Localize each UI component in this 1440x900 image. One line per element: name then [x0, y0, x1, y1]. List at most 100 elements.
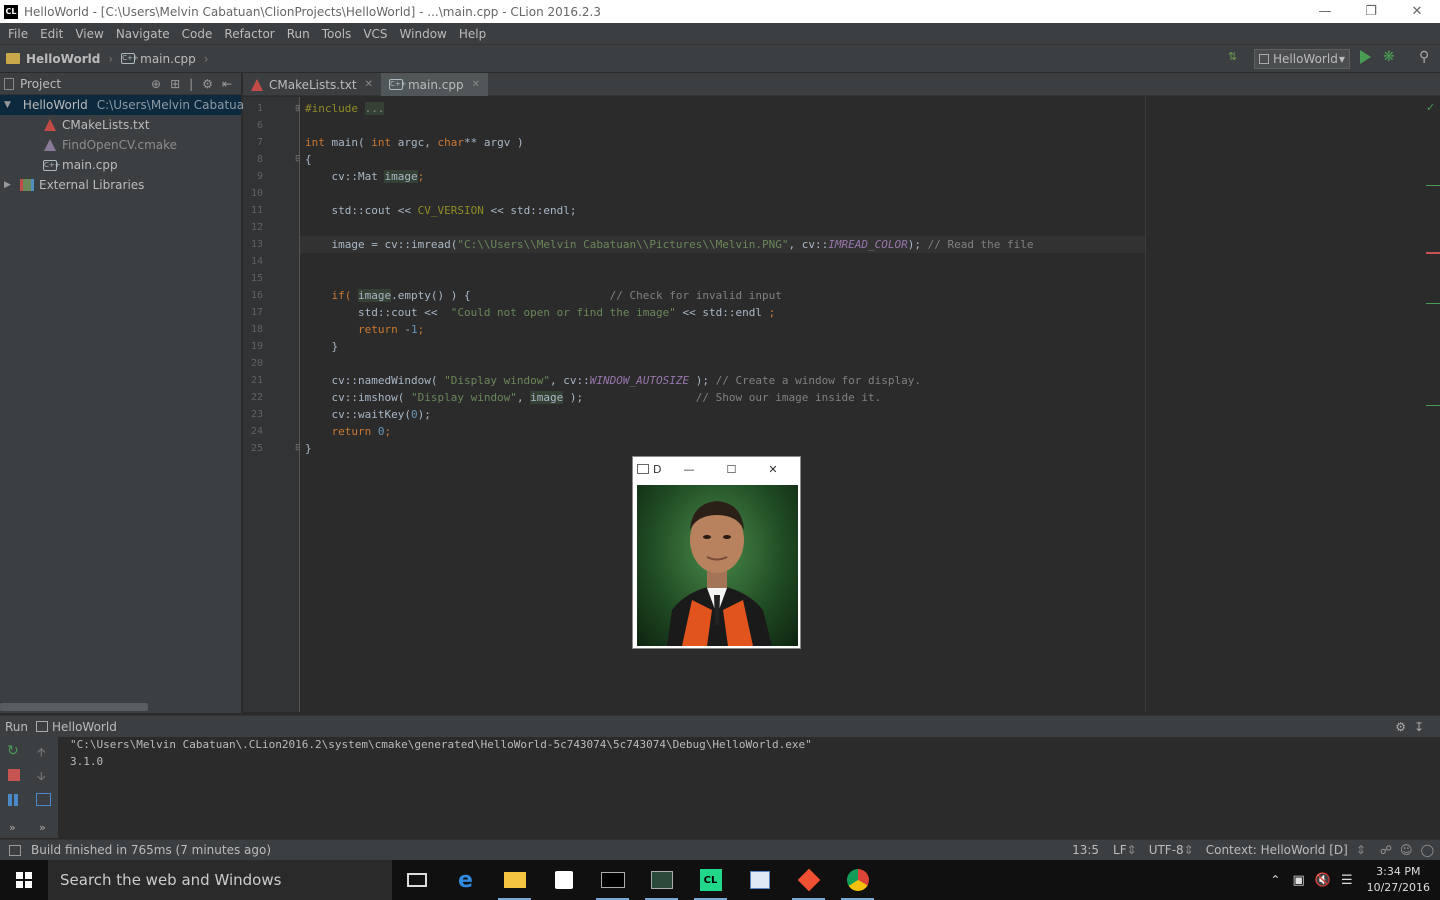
search-placeholder: Search the web and Windows [60, 871, 282, 889]
close-icon[interactable]: ✕ [365, 79, 373, 90]
taskbar-clion[interactable]: CL [686, 860, 735, 900]
code-token: << std::endl; [483, 204, 577, 217]
run-tab-label[interactable]: Run [5, 720, 28, 734]
editor-tabs: CMakeLists.txt ✕ C++ main.cpp ✕ [243, 73, 1440, 96]
run-icon[interactable] [1360, 50, 1371, 64]
volume-mute-icon[interactable]: 🔇 [1315, 873, 1331, 888]
tab-main-cpp[interactable]: C++ main.cpp ✕ [380, 73, 488, 96]
line-separator[interactable]: LF [1113, 843, 1127, 857]
taskbar-edge[interactable]: e [441, 860, 490, 900]
network-icon[interactable]: ▣ [1292, 873, 1304, 888]
error-stripe-mark[interactable] [1426, 185, 1440, 186]
tree-item-external-libraries[interactable]: ▶ External Libraries [0, 175, 241, 195]
menu-refactor[interactable]: Refactor [218, 27, 280, 41]
soft-wrap-icon[interactable] [36, 793, 51, 806]
minimize-button[interactable]: — [683, 463, 694, 476]
run-config-select[interactable]: HelloWorld ▼ [1254, 49, 1350, 69]
display-window[interactable]: D — ☐ ✕ [632, 456, 801, 649]
code-line: cv::Mat image; [305, 170, 424, 183]
menu-edit[interactable]: Edit [34, 27, 69, 41]
taskbar-cmd[interactable] [588, 860, 637, 900]
error-stripe-mark[interactable] [1426, 252, 1440, 254]
code-editor[interactable]: #include ... int main( int argc, char** … [300, 97, 1440, 712]
folded-region[interactable]: ... [364, 102, 385, 115]
event-log-icon[interactable]: ◯ [1421, 843, 1434, 857]
error-stripe-mark[interactable] [1426, 303, 1440, 304]
menu-navigate[interactable]: Navigate [110, 27, 176, 41]
code-token: // Check for invalid input [609, 289, 782, 302]
more-icon[interactable]: » [9, 821, 16, 834]
restore-button[interactable]: ❐ [1348, 0, 1394, 23]
tree-item-findopencv[interactable]: FindOpenCV.cmake [0, 135, 241, 155]
status-bar: Build finished in 765ms (7 minutes ago) … [0, 839, 1440, 860]
breadcrumb-project[interactable]: HelloWorld [0, 52, 106, 66]
inspector-icon[interactable]: ☺ [1400, 843, 1413, 857]
cmake-icon [44, 119, 56, 131]
taskbar-chrome[interactable] [833, 860, 882, 900]
code-token: WINDOW_AUTOSIZE [589, 374, 690, 387]
toggle-tool-windows-icon[interactable] [9, 844, 21, 856]
up-arrow-icon[interactable]: 🡩 [37, 743, 46, 764]
maximize-button[interactable]: ☐ [726, 463, 736, 476]
tree-root-helloworld[interactable]: ▼ HelloWorld C:\Users\Melvin Cabatua [0, 95, 244, 115]
breadcrumb-project-label: HelloWorld [26, 51, 101, 66]
code-token: std::cout << [305, 306, 451, 319]
taskbar-file-explorer[interactable] [490, 860, 539, 900]
start-button[interactable] [0, 860, 48, 900]
line-number: 10 [250, 188, 263, 199]
pause-icon[interactable] [8, 794, 12, 806]
taskbar-search[interactable]: Search the web and Windows [48, 860, 392, 900]
menu-run[interactable]: Run [281, 27, 316, 41]
chevron-up-icon[interactable]: ⌃ [1270, 873, 1280, 887]
run-output-console[interactable]: "C:\Users\Melvin Cabatuan\.CLion2016.2\s… [60, 737, 1440, 838]
horizontal-scrollbar[interactable] [0, 703, 148, 711]
lock-icon[interactable]: ☍ [1380, 843, 1392, 857]
clock[interactable]: 3:34 PM 10/27/2016 [1367, 864, 1430, 896]
line-number: 7 [256, 137, 263, 148]
navigation-bar: HelloWorld › C++ main.cpp › [0, 45, 1440, 73]
debug-icon[interactable]: ❋ [1383, 49, 1395, 65]
expand-arrow-icon[interactable]: ▼ [4, 100, 11, 110]
tree-item-label: External Libraries [39, 178, 145, 192]
menu-tools[interactable]: Tools [316, 27, 358, 41]
error-stripe-mark[interactable] [1426, 405, 1440, 406]
menu-view[interactable]: View [69, 27, 109, 41]
menu-bar: File Edit View Navigate Code Refactor Ru… [0, 23, 1440, 45]
close-button[interactable]: ✕ [1394, 0, 1440, 23]
minimize-button[interactable]: — [1302, 0, 1348, 23]
display-window-titlebar[interactable]: D — ☐ ✕ [633, 457, 800, 481]
code-token: // Create a window for display. [715, 374, 921, 387]
search-icon[interactable]: ⚲ [1419, 49, 1429, 65]
tree-item-cmakelists[interactable]: CMakeLists.txt [0, 115, 241, 135]
expand-arrow-icon[interactable]: ▶ [4, 180, 14, 190]
console-line: "C:\Users\Melvin Cabatuan\.CLion2016.2\s… [70, 738, 812, 751]
menu-help[interactable]: Help [453, 27, 492, 41]
breadcrumb-file[interactable]: C++ main.cpp [115, 52, 202, 66]
down-arrow-icon[interactable]: 🡫 [37, 767, 46, 788]
menu-file[interactable]: File [2, 27, 34, 41]
panel-toolbar-icons[interactable]: ⊕⊞|⚙⇤ [151, 77, 241, 91]
close-button[interactable]: ✕ [768, 463, 777, 476]
rerun-icon[interactable]: ↻ [7, 743, 19, 759]
menu-window[interactable]: Window [394, 27, 453, 41]
resolve-context[interactable]: Context: HelloWorld [D] [1206, 843, 1348, 857]
tree-item-main-cpp[interactable]: C++ main.cpp [0, 155, 241, 175]
tab-cmakelists[interactable]: CMakeLists.txt ✕ [243, 73, 381, 96]
menu-vcs[interactable]: VCS [357, 27, 393, 41]
menu-code[interactable]: Code [176, 27, 219, 41]
close-icon[interactable]: ✕ [472, 79, 480, 90]
task-view-button[interactable] [392, 860, 441, 900]
stop-icon[interactable] [8, 769, 20, 781]
file-encoding[interactable]: UTF-8 [1149, 843, 1184, 857]
taskbar-app-window[interactable] [637, 860, 686, 900]
caret-position[interactable]: 13:5 [1072, 843, 1099, 857]
project-panel-title[interactable]: Project [20, 77, 61, 91]
action-center-icon[interactable]: ☰ [1341, 873, 1353, 888]
build-icon[interactable]: ⇅ [1228, 50, 1237, 63]
run-panel-settings-icons[interactable]: ⚙↧ [1395, 720, 1432, 734]
taskbar-store[interactable] [539, 860, 588, 900]
taskbar-notepad[interactable] [735, 860, 784, 900]
taskbar-git[interactable] [784, 860, 833, 900]
more-icon[interactable]: » [39, 821, 46, 834]
code-token: ); [907, 238, 928, 251]
